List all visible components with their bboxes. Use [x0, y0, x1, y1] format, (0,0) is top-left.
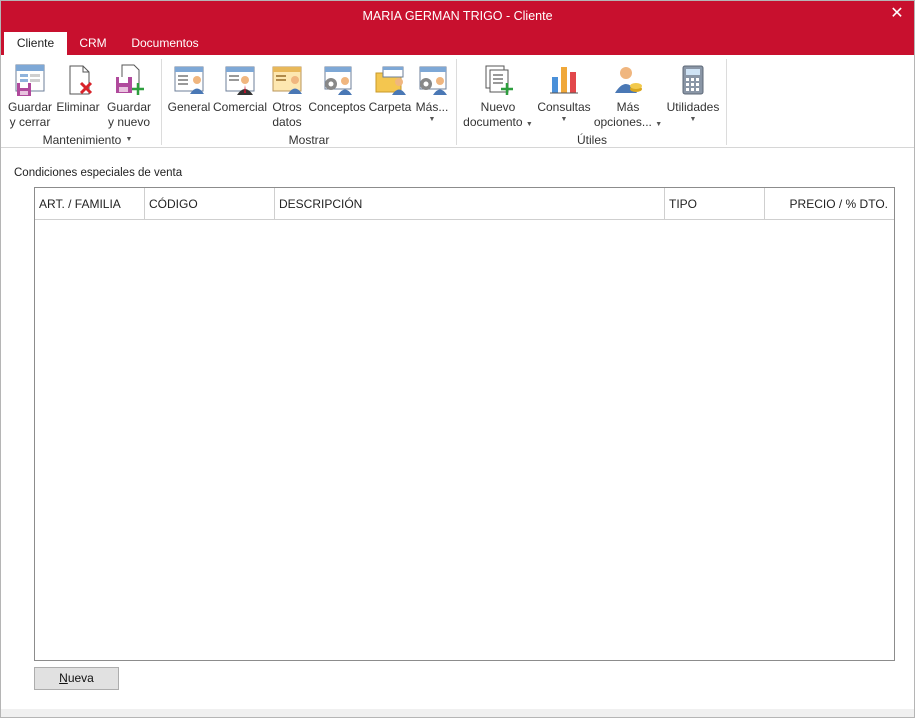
general-button[interactable]: General	[167, 63, 211, 115]
consultas-button[interactable]: Consultas ▼	[536, 63, 592, 125]
section-title: Condiciones especiales de venta	[14, 167, 183, 179]
carpeta-label: Carpeta	[368, 100, 412, 114]
consultas-label: Consultas	[537, 100, 591, 114]
delete-document-icon	[69, 65, 93, 95]
save-close-label-1: Guardar	[7, 100, 53, 114]
utilidades-label: Utilidades	[666, 100, 720, 114]
nuevo-documento-button[interactable]: Nuevo documento ▼	[461, 63, 535, 132]
utilidades-button[interactable]: Utilidades ▼	[665, 63, 721, 125]
tab-cliente[interactable]: Cliente	[4, 32, 67, 55]
save-new-label-2: y nuevo	[107, 115, 151, 129]
bar-chart-icon	[550, 67, 578, 94]
mas-button[interactable]: Más... ▼	[413, 63, 451, 125]
chevron-down-icon: ▼	[428, 116, 436, 123]
comercial-label: Comercial	[213, 100, 268, 114]
chevron-down-icon: ▼	[655, 121, 663, 128]
otros-datos-label-2: datos	[272, 115, 302, 129]
chevron-down-icon: ▼	[689, 116, 697, 123]
column-header-art-familia[interactable]: ART. / FAMILIA	[35, 188, 145, 220]
client-window: MARIA GERMAN TRIGO - Cliente ✕ Cliente C…	[0, 0, 915, 718]
general-label: General	[167, 100, 211, 114]
user-coins-icon	[615, 67, 642, 93]
group-utiles: Útiles	[576, 133, 607, 147]
column-header-tipo[interactable]: TIPO	[665, 188, 765, 220]
save-close-button[interactable]: Guardar y cerrar	[7, 63, 53, 130]
mas-icon	[419, 66, 447, 95]
ribbon-separator	[161, 59, 162, 145]
nueva-button[interactable]: Nueva	[34, 667, 119, 690]
save-new-label-1: Guardar	[106, 100, 152, 114]
carpeta-button[interactable]: Carpeta	[368, 63, 412, 115]
nueva-mnemonic: N	[59, 671, 68, 685]
save-close-label-2: y cerrar	[9, 115, 51, 129]
title-bar: MARIA GERMAN TRIGO - Cliente ✕ Cliente C…	[1, 1, 914, 55]
folder-icon	[375, 66, 406, 95]
group-mantenimiento: Mantenimiento	[42, 133, 122, 147]
ribbon: Guardar y cerrar Eliminar Guardar y nuev…	[1, 55, 914, 148]
mas-label: Más...	[415, 100, 449, 114]
group-mostrar: Mostrar	[288, 133, 330, 147]
calculator-icon	[682, 65, 704, 95]
mas-opciones-label-2: opciones...	[593, 115, 652, 129]
save-close-icon	[15, 64, 45, 96]
otros-datos-label-1: Otros	[272, 100, 302, 114]
ribbon-separator	[726, 59, 727, 145]
close-icon[interactable]: ✕	[886, 3, 908, 25]
table-header: ART. / FAMILIA CÓDIGO DESCRIPCIÓN TIPO P…	[35, 188, 894, 220]
otros-datos-button[interactable]: Otros datos	[268, 63, 306, 130]
conceptos-icon	[324, 66, 352, 95]
comercial-button[interactable]: Comercial	[213, 63, 267, 115]
general-icon	[174, 66, 204, 94]
otros-datos-icon	[272, 66, 302, 94]
column-header-descripcion[interactable]: DESCRIPCIÓN	[275, 188, 665, 220]
nueva-label: ueva	[67, 671, 94, 685]
bottom-strip	[1, 709, 914, 717]
delete-label: Eliminar	[56, 100, 100, 114]
delete-button[interactable]: Eliminar	[55, 63, 101, 115]
column-header-precio-dto[interactable]: PRECIO / % DTO.	[765, 188, 894, 220]
tab-crm[interactable]: CRM	[71, 32, 115, 55]
new-document-icon	[485, 65, 513, 95]
tab-documentos[interactable]: Documentos	[125, 32, 205, 55]
save-new-icon	[116, 64, 144, 95]
conceptos-button[interactable]: Conceptos	[308, 63, 366, 115]
mas-opciones-button[interactable]: Más opciones... ▼	[593, 63, 663, 132]
mas-opciones-label-1: Más	[616, 100, 640, 114]
nuevo-documento-label-2: documento	[463, 115, 523, 129]
column-header-codigo[interactable]: CÓDIGO	[145, 188, 275, 220]
window-title: MARIA GERMAN TRIGO - Cliente	[362, 9, 553, 23]
chevron-down-icon: ▼	[560, 116, 568, 123]
comercial-icon	[225, 66, 255, 95]
chevron-down-icon: ▼	[525, 121, 533, 128]
nuevo-documento-label-1: Nuevo	[480, 100, 516, 114]
conditions-table[interactable]: ART. / FAMILIA CÓDIGO DESCRIPCIÓN TIPO P…	[34, 187, 895, 661]
conceptos-label: Conceptos	[308, 100, 366, 114]
